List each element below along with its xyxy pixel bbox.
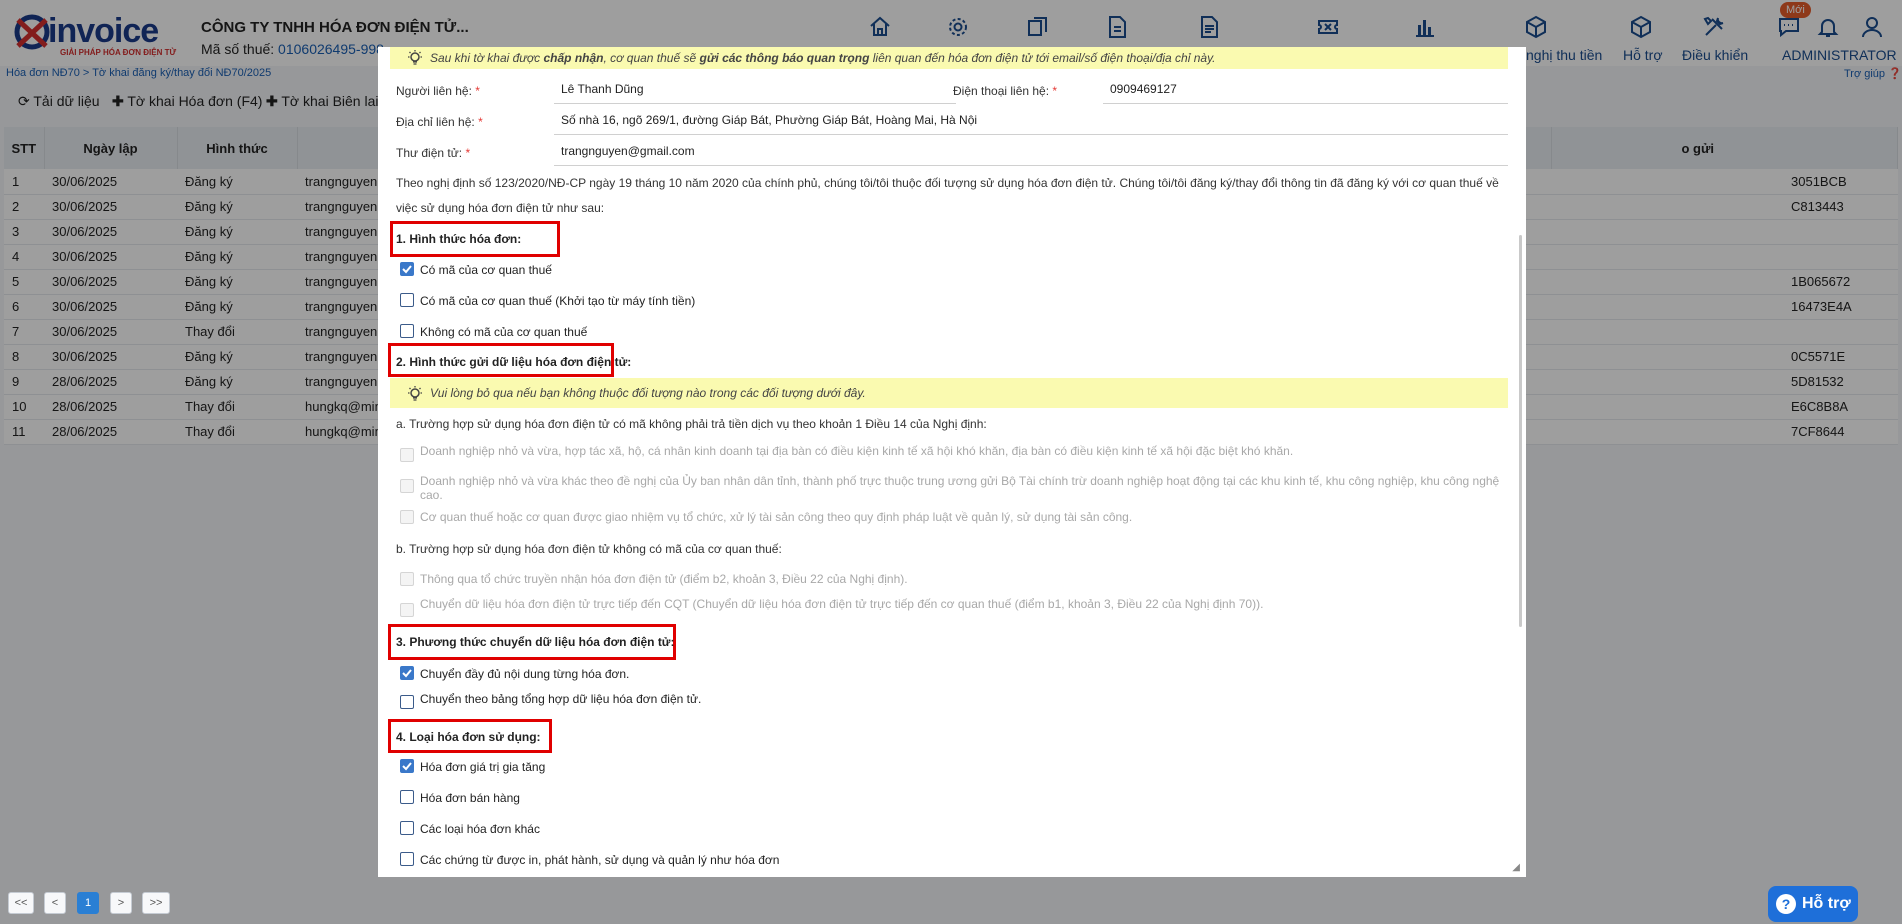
required-mark: * <box>478 115 483 129</box>
checkbox-label[interactable]: Các chứng từ được in, phát hành, sử dụng… <box>420 853 779 867</box>
address-label-text: Địa chỉ liên hệ: <box>396 115 475 129</box>
checkbox-label[interactable]: Hóa đơn giá trị gia tăng <box>420 760 545 774</box>
prev-page-button[interactable]: < <box>44 892 66 914</box>
checkbox-label: Doanh nghiệp nhỏ và vừa khác theo đề ngh… <box>420 474 1500 502</box>
phone-label: Điện thoại liên hệ: * <box>953 84 1057 98</box>
info-note: Vui lòng bỏ qua nếu bạn không thuộc đối … <box>390 378 1508 408</box>
contact-input[interactable]: Lê Thanh Dũng <box>554 80 956 104</box>
checkbox[interactable] <box>400 479 414 493</box>
checkbox[interactable] <box>400 603 414 617</box>
checkbox-label[interactable]: Chuyển đầy đủ nội dung từng hóa đơn. <box>420 667 629 681</box>
note-text: liên quan đến hóa đơn điện tử tới email/… <box>869 51 1216 65</box>
intro-paragraph: Theo nghị định số 123/2020/NĐ-CP ngày 19… <box>396 176 1499 215</box>
next-page-button[interactable]: > <box>110 892 132 914</box>
phone-label-text: Điện thoại liên hệ: <box>953 84 1050 98</box>
check-icon <box>402 669 412 678</box>
checkbox-label[interactable]: Có mã của cơ quan thuế <box>420 263 552 277</box>
checkbox[interactable] <box>400 572 414 586</box>
question-icon: ? <box>1776 894 1796 914</box>
checkbox[interactable] <box>400 666 414 680</box>
checkbox-label: Chuyển dữ liệu hóa đơn điện tử trực tiếp… <box>420 597 1264 611</box>
checkbox-label[interactable]: Chuyển theo bảng tổng hợp dữ liệu hóa đơ… <box>420 692 701 706</box>
contact-label: Người liên hệ: * <box>396 84 480 98</box>
lightbulb-icon <box>408 50 422 65</box>
checkbox[interactable] <box>400 324 414 338</box>
checkbox[interactable] <box>400 821 414 835</box>
required-mark: * <box>465 146 471 160</box>
modal-scrollbar[interactable] <box>1519 235 1522 627</box>
checkbox[interactable] <box>400 695 414 709</box>
subsection-b: b. Trường hợp sử dụng hóa đơn điện tử kh… <box>396 542 782 556</box>
checkbox[interactable] <box>400 293 414 307</box>
note-text: Sau khi tờ khai được <box>430 51 544 65</box>
address-input[interactable]: Số nhà 16, ngõ 269/1, đường Giáp Bát, Ph… <box>554 111 1508 135</box>
note-bold: chấp nhận <box>543 51 604 65</box>
checkbox-label[interactable]: Hóa đơn bán hàng <box>420 791 520 805</box>
required-mark: * <box>475 84 480 98</box>
section-transfer-method: 3. Phương thức chuyển dữ liệu hóa đơn đi… <box>396 635 675 649</box>
checkbox[interactable] <box>400 262 414 276</box>
lightbulb-icon <box>408 386 422 401</box>
email-label: Thư điện tử: * <box>396 146 470 160</box>
checkbox-label: Thông qua tổ chức truyền nhận hóa đơn đi… <box>420 572 908 586</box>
section-send-method: 2. Hình thức gửi dữ liệu hóa đơn điện tử… <box>396 355 632 369</box>
help-button-label: Hỗ trợ <box>1802 895 1851 912</box>
section-invoice-form: 1. Hình thức hóa đơn: <box>396 232 522 246</box>
address-label: Địa chỉ liên hệ: * <box>396 115 483 129</box>
check-icon <box>402 265 412 274</box>
checkbox[interactable] <box>400 759 414 773</box>
first-page-button[interactable]: << <box>8 892 34 914</box>
checkbox-label: Doanh nghiệp nhỏ và vừa, hợp tác xã, hộ,… <box>420 444 1294 458</box>
subsection-a: a. Trường hợp sử dụng hóa đơn điện tử có… <box>396 417 987 431</box>
resize-handle-icon[interactable]: ◢ <box>1512 862 1520 873</box>
email-label-text: Thư điện tử: <box>396 146 463 160</box>
check-icon <box>402 762 412 771</box>
required-mark: * <box>1052 84 1058 98</box>
checkbox[interactable] <box>400 510 414 524</box>
last-page-button[interactable]: >> <box>142 892 170 914</box>
note-bold: gửi các thông báo quan trọng <box>699 51 870 65</box>
checkbox[interactable] <box>400 448 414 462</box>
checkbox[interactable] <box>400 852 414 866</box>
note-text: Vui lòng bỏ qua nếu bạn không thuộc đối … <box>430 386 866 400</box>
phone-input[interactable]: 0909469127 <box>1103 80 1508 104</box>
page-1-button[interactable]: 1 <box>77 892 99 914</box>
checkbox-label[interactable]: Các loại hóa đơn khác <box>420 822 540 836</box>
email-input[interactable]: trangnguyen@gmail.com <box>554 142 1508 166</box>
checkbox[interactable] <box>400 790 414 804</box>
section-invoice-type: 4. Loại hóa đơn sử dụng: <box>396 730 541 744</box>
help-button[interactable]: ? Hỗ trợ <box>1768 886 1858 922</box>
checkbox-label: Cơ quan thuế hoặc cơ quan được giao nhiệ… <box>420 510 1133 524</box>
checkbox-label[interactable]: Có mã của cơ quan thuế (Khởi tạo từ máy … <box>420 294 695 308</box>
declaration-modal: Sau khi tờ khai được chấp nhận, cơ quan … <box>378 47 1526 877</box>
contact-label-text: Người liên hệ: <box>396 84 472 98</box>
info-note: Sau khi tờ khai được chấp nhận, cơ quan … <box>390 47 1508 69</box>
note-text: , cơ quan thuế sẽ <box>603 51 700 65</box>
checkbox-label[interactable]: Không có mã của cơ quan thuế <box>420 325 587 339</box>
